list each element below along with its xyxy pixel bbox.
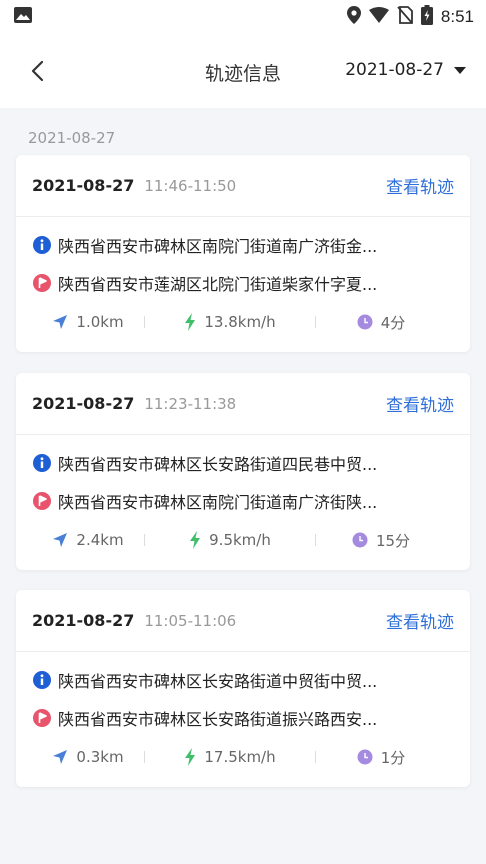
duration-clock-icon [352,532,368,548]
view-track-button[interactable]: 查看轨迹 [386,391,454,416]
trip-card: 2021-08-27 11:46-11:50 查看轨迹 陕西省西安市碑林区南院门… [16,155,470,352]
start-address-row: 陕西省西安市碑林区长安路街道中贸街中贸... [16,661,470,699]
start-point-icon [33,454,51,472]
speed-lightning-icon [185,313,196,331]
end-address-row: 陕西省西安市碑林区南院门街道南广济街陕... [16,482,470,520]
trip-time-range: 11:23-11:38 [144,395,237,413]
trip-speed: 13.8km/h [204,313,276,331]
trip-stats: 2.4km 9.5km/h 15分 [16,520,470,560]
trip-date: 2021-08-27 [32,394,135,413]
speed-lightning-icon [185,748,196,766]
trip-distance: 0.3km [76,748,124,766]
start-address-row: 陕西省西安市碑林区南院门街道南广济街金... [16,226,470,264]
distance-arrow-icon [53,315,68,329]
end-address: 陕西省西安市碑林区南院门街道南广济街陕... [58,493,378,512]
trip-card: 2021-08-27 11:23-11:38 查看轨迹 陕西省西安市碑林区长安路… [16,373,470,570]
end-address: 陕西省西安市碑林区长安路街道振兴路西安... [58,710,378,729]
end-address: 陕西省西安市莲湖区北院门街道柴家什字夏... [58,275,378,294]
trip-time-range: 11:46-11:50 [144,177,237,195]
battery-icon [420,5,433,29]
trip-duration: 1分 [380,748,406,767]
trip-stats: 0.3km 17.5km/h 1分 [16,737,470,777]
view-track-button[interactable]: 查看轨迹 [386,608,454,633]
trip-date: 2021-08-27 [32,611,135,630]
header: 轨迹信息 2021-08-27 [0,34,486,108]
start-address-row: 陕西省西安市碑林区长安路街道四民巷中贸... [16,444,470,482]
date-filter-dropdown[interactable]: 2021-08-27 [345,60,466,80]
start-address: 陕西省西安市碑林区南院门街道南广济街金... [58,237,378,256]
end-address-row: 陕西省西安市碑林区长安路街道振兴路西安... [16,699,470,737]
trip-card: 2021-08-27 11:05-11:06 查看轨迹 陕西省西安市碑林区长安路… [16,590,470,787]
trip-speed: 17.5km/h [204,748,276,766]
trip-stats: 1.0km 13.8km/h 4分 [16,302,470,342]
start-address: 陕西省西安市碑林区长安路街道中贸街中贸... [58,672,378,691]
end-point-icon [33,274,51,292]
duration-clock-icon [357,314,373,330]
end-point-icon [33,492,51,510]
status-bar: 8:51 [0,0,486,34]
speed-lightning-icon [190,531,201,549]
trip-card-header: 2021-08-27 11:23-11:38 查看轨迹 [16,373,470,435]
date-filter-value: 2021-08-27 [345,60,444,80]
start-point-icon [33,671,51,689]
view-track-button[interactable]: 查看轨迹 [386,173,454,198]
caret-down-icon [454,66,466,74]
trip-speed: 9.5km/h [209,531,271,549]
trip-duration: 15分 [375,531,411,550]
location-icon [346,6,361,28]
end-address-row: 陕西省西安市莲湖区北院门街道柴家什字夏... [16,264,470,302]
duration-clock-icon [357,749,373,765]
trip-duration: 4分 [380,313,406,332]
start-point-icon [33,236,51,254]
trip-distance: 1.0km [76,313,124,331]
trip-distance: 2.4km [76,531,124,549]
trip-card-header: 2021-08-27 11:05-11:06 查看轨迹 [16,590,470,652]
distance-arrow-icon [53,533,68,547]
start-address: 陕西省西安市碑林区长安路街道四民巷中贸... [58,455,378,474]
trip-card-header: 2021-08-27 11:46-11:50 查看轨迹 [16,155,470,217]
clock: 8:51 [440,7,474,26]
wifi-icon [368,7,389,27]
section-date: 2021-08-27 [28,129,116,147]
trip-date: 2021-08-27 [32,176,135,195]
gallery-notification-icon [14,7,32,27]
distance-arrow-icon [53,750,68,764]
trip-time-range: 11:05-11:06 [144,612,237,630]
end-point-icon [33,709,51,727]
no-sim-icon [397,6,413,28]
